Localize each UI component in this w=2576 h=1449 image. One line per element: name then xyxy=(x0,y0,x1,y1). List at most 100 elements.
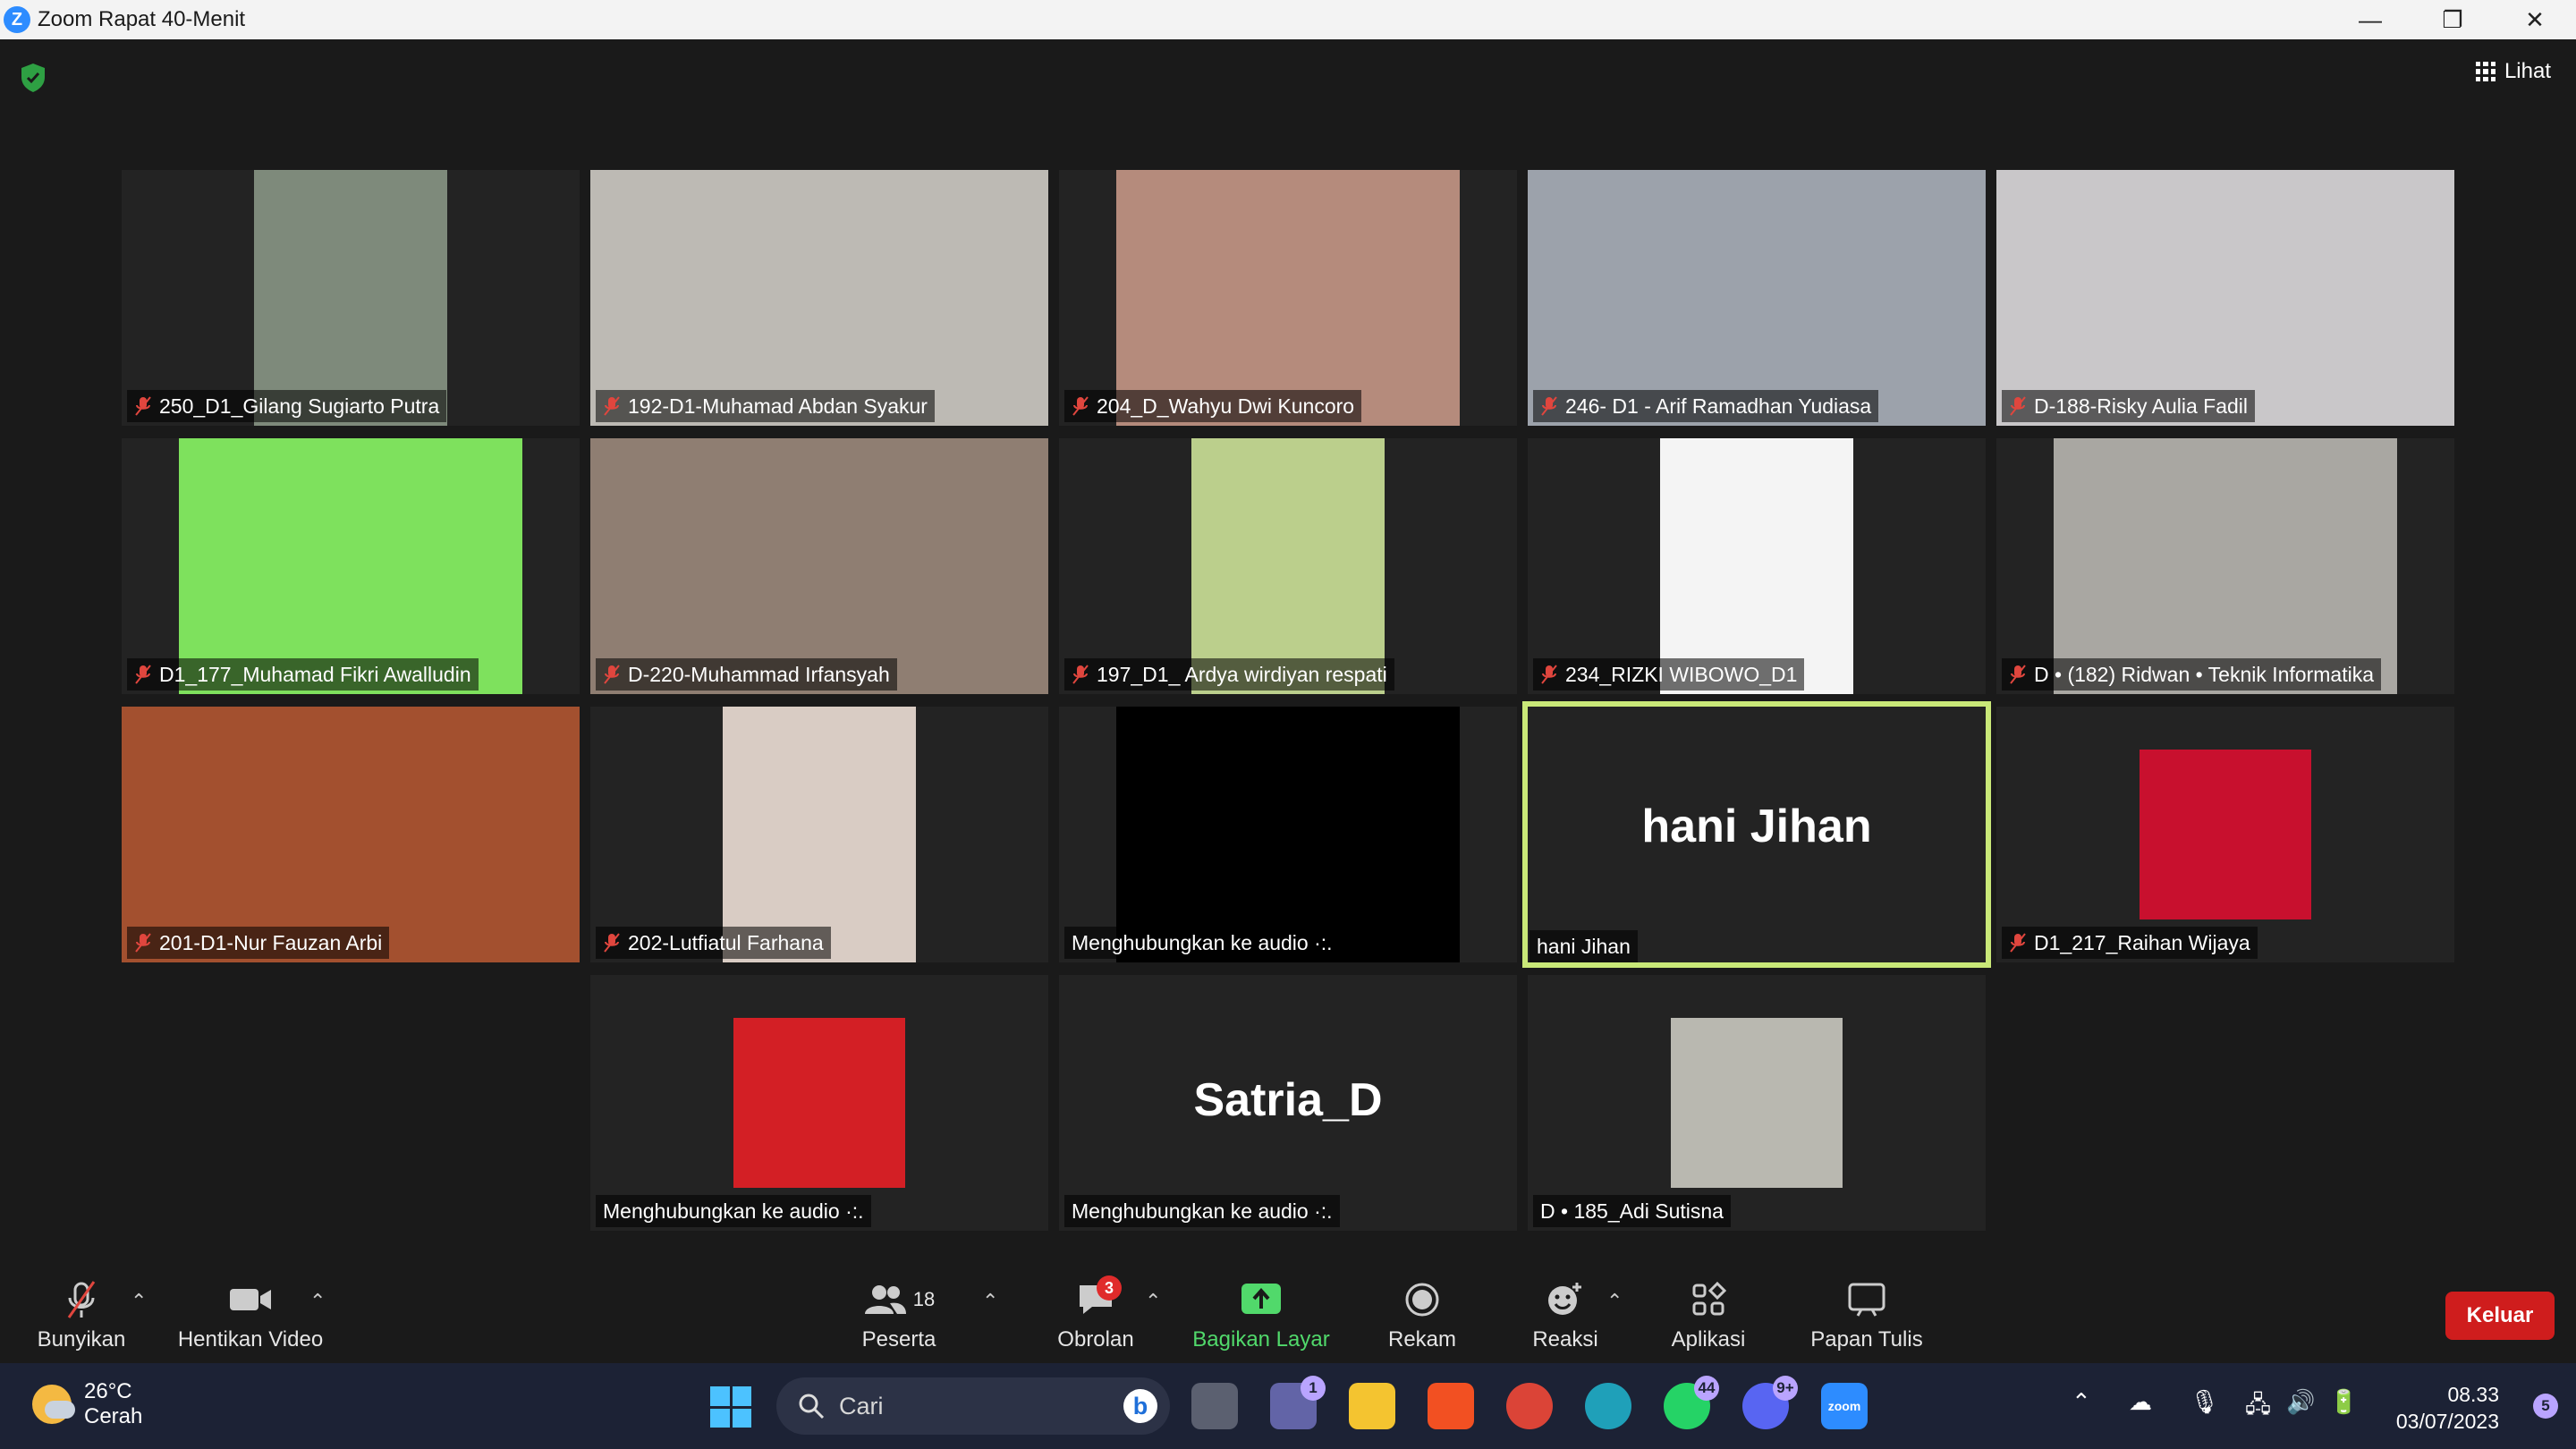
bing-icon: b xyxy=(1123,1389,1157,1423)
onedrive-icon[interactable]: ☁ xyxy=(2129,1388,2152,1416)
participant-tile[interactable]: Menghubungkan ke audio ·:. xyxy=(590,975,1048,1231)
chat-badge: 3 xyxy=(1097,1275,1122,1301)
participant-tile[interactable]: D • 185_Adi Sutisna xyxy=(1528,975,1986,1231)
participant-tile[interactable]: 201-D1-Nur Fauzan Arbi xyxy=(122,707,580,962)
participant-video xyxy=(1191,438,1385,694)
share-screen-button[interactable]: Bagikan Layar xyxy=(1190,1270,1333,1363)
participant-tile[interactable]: D1_217_Raihan Wijaya xyxy=(1996,707,2454,962)
zoom-taskbar-icon[interactable]: zoom xyxy=(1821,1383,1868,1429)
participant-video xyxy=(254,170,447,426)
participant-tile[interactable]: D1_177_Muhamad Fikri Awalludin xyxy=(122,438,580,694)
whiteboard-button[interactable]: Papan Tulis xyxy=(1807,1270,1927,1363)
participant-tile[interactable]: D-220-Muhammad Irfansyah xyxy=(590,438,1048,694)
participant-tile[interactable]: 204_D_Wahyu Dwi Kuncoro xyxy=(1059,170,1517,426)
file-explorer-icon[interactable] xyxy=(1349,1383,1395,1429)
whatsapp-icon[interactable]: 44 xyxy=(1664,1376,1719,1429)
participant-tile[interactable]: Menghubungkan ke audio ·:. xyxy=(1059,707,1517,962)
participants-icon: 18 xyxy=(859,1281,939,1318)
participant-name: Menghubungkan ke audio ·:. xyxy=(1072,930,1333,954)
unmute-button[interactable]: Bunyikan xyxy=(32,1270,131,1363)
mic-muted-icon xyxy=(604,933,620,953)
task-view-icon[interactable] xyxy=(1191,1383,1238,1429)
participant-avatar xyxy=(1671,1018,1843,1188)
participant-name-label: D • (182) Ridwan • Teknik Informatika xyxy=(2002,658,2381,691)
participant-tile[interactable]: D-188-Risky Aulia Fadil xyxy=(1996,170,2454,426)
participants-button[interactable]: 18 Peserta xyxy=(850,1270,948,1363)
participant-tile[interactable]: 202-Lutfiatul Farhana xyxy=(590,707,1048,962)
participant-name-label: D-220-Muhammad Irfansyah xyxy=(596,658,897,691)
participant-display-name: Satria_D xyxy=(1193,1074,1383,1126)
reactions-label: Reaksi xyxy=(1532,1327,1598,1352)
participant-tile[interactable]: D • (182) Ridwan • Teknik Informatika xyxy=(1996,438,2454,694)
zoom-logo-icon: Z xyxy=(4,6,30,33)
stop-video-button[interactable]: Hentikan Video xyxy=(170,1270,331,1363)
participant-tile-active-speaker[interactable]: hani Jihan hani Jihan xyxy=(1522,701,1991,968)
battery-icon[interactable]: 🔋 xyxy=(2329,1388,2358,1416)
participant-name-label: 250_D1_Gilang Sugiarto Putra xyxy=(127,390,447,422)
participant-tile[interactable]: 197_D1_ Ardya wirdiyan respati xyxy=(1059,438,1517,694)
participant-video xyxy=(179,438,522,694)
chat-options-caret[interactable]: ⌃ xyxy=(1145,1290,1161,1313)
apps-button[interactable]: Aplikasi xyxy=(1664,1270,1753,1363)
security-shield-icon[interactable] xyxy=(20,63,47,93)
participant-name: D • 185_Adi Sutisna xyxy=(1540,1199,1724,1223)
participants-options-caret[interactable]: ⌃ xyxy=(982,1290,998,1313)
participant-name-label: D-188-Risky Aulia Fadil xyxy=(2002,390,2256,422)
minimize-button[interactable]: — xyxy=(2329,0,2411,39)
participant-name: D-220-Muhammad Irfansyah xyxy=(628,662,890,686)
restore-button[interactable]: ❐ xyxy=(2411,0,2494,39)
zoom-taskbar-label: zoom xyxy=(1827,1399,1861,1413)
participant-name: 234_RIZKI WIBOWO_D1 xyxy=(1565,662,1798,686)
reactions-button[interactable]: Reaksi xyxy=(1521,1270,1610,1363)
participant-name-label: D1_217_Raihan Wijaya xyxy=(2002,927,2258,959)
participant-name: hani Jihan xyxy=(1537,934,1631,958)
windows-taskbar: 26°C Cerah Cari b 1 44 9+ zoom ⌃ ☁ 🎙 🖧 🔊… xyxy=(0,1363,2576,1449)
mic-muted-icon xyxy=(135,665,151,684)
whatsapp-badge: 44 xyxy=(1694,1376,1719,1401)
whiteboard-label: Papan Tulis xyxy=(1810,1327,1923,1352)
participant-display-name: hani Jihan xyxy=(1641,801,1872,852)
participant-tile[interactable]: Satria_D Menghubungkan ke audio ·:. xyxy=(1059,975,1517,1231)
reactions-options-caret[interactable]: ⌃ xyxy=(1606,1290,1623,1313)
tray-chevron-icon[interactable]: ⌃ xyxy=(2072,1388,2091,1416)
leave-button[interactable]: Keluar xyxy=(2445,1292,2555,1340)
volume-icon[interactable]: 🔊 xyxy=(2286,1388,2315,1416)
participant-avatar xyxy=(733,1018,905,1188)
taskbar-search[interactable]: Cari b xyxy=(776,1377,1170,1435)
chat-button[interactable]: 3 Obrolan xyxy=(1046,1270,1145,1363)
participant-name: D • (182) Ridwan • Teknik Informatika xyxy=(2034,662,2374,686)
close-button[interactable]: ✕ xyxy=(2494,0,2576,39)
participant-avatar xyxy=(2140,750,2311,919)
chat-icon: 3 xyxy=(1073,1275,1122,1318)
discord-icon[interactable]: 9+ xyxy=(1742,1376,1798,1429)
teams-icon[interactable]: 1 xyxy=(1270,1376,1326,1429)
participant-tile[interactable]: 192-D1-Muhamad Abdan Syakur xyxy=(590,170,1048,426)
record-button[interactable]: Rekam xyxy=(1377,1270,1467,1363)
video-options-caret[interactable]: ⌃ xyxy=(309,1290,326,1313)
participant-video xyxy=(1116,707,1460,962)
microsoft-store-icon[interactable] xyxy=(1428,1383,1474,1429)
notification-badge[interactable]: 5 xyxy=(2533,1394,2558,1419)
participant-name-label: hani Jihan xyxy=(1530,930,1638,962)
microphone-icon[interactable]: 🎙 xyxy=(2190,1388,2219,1416)
network-icon[interactable]: 🖧 xyxy=(2245,1388,2271,1428)
view-button[interactable]: Lihat xyxy=(2475,59,2551,84)
window-title: Zoom Rapat 40-Menit xyxy=(38,7,246,31)
participant-name: D1_177_Muhamad Fikri Awalludin xyxy=(159,662,471,686)
participant-name-label: D1_177_Muhamad Fikri Awalludin xyxy=(127,658,479,691)
edge-icon[interactable] xyxy=(1585,1383,1631,1429)
view-label: Lihat xyxy=(2504,59,2551,83)
participant-tile[interactable]: 234_RIZKI WIBOWO_D1 xyxy=(1528,438,1986,694)
weather-widget[interactable]: 26°C Cerah xyxy=(32,1379,142,1429)
audio-options-caret[interactable]: ⌃ xyxy=(131,1290,147,1313)
participant-tile[interactable]: 246- D1 - Arif Ramadhan Yudiasa xyxy=(1528,170,1986,426)
participant-name: D1_217_Raihan Wijaya xyxy=(2034,930,2250,954)
participant-name: 192-D1-Muhamad Abdan Syakur xyxy=(628,394,928,418)
participant-tile[interactable]: 250_D1_Gilang Sugiarto Putra xyxy=(122,170,580,426)
participant-name: Menghubungkan ke audio ·:. xyxy=(1072,1199,1333,1223)
participant-name: 204_D_Wahyu Dwi Kuncoro xyxy=(1097,394,1355,418)
chrome-icon[interactable] xyxy=(1506,1383,1553,1429)
windows-start-icon[interactable] xyxy=(710,1386,751,1428)
taskbar-clock[interactable]: 08.33 03/07/2023 xyxy=(2396,1381,2499,1435)
participants-count: 18 xyxy=(912,1288,936,1310)
